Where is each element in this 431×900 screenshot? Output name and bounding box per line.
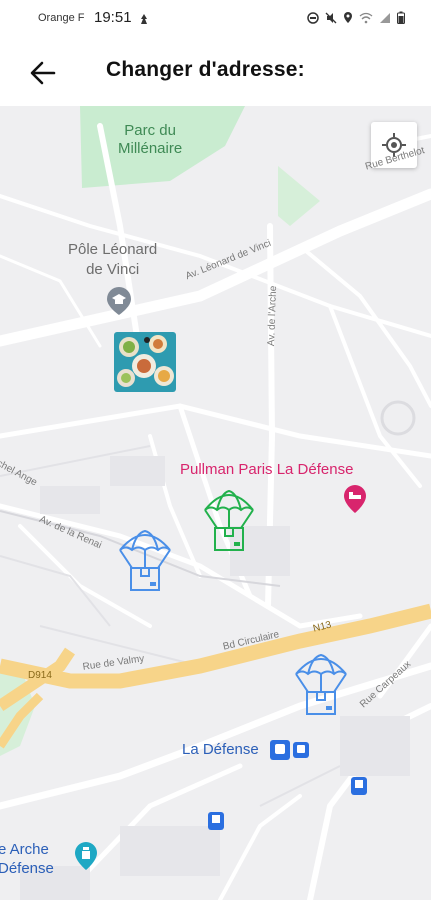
wifi-icon	[359, 12, 373, 23]
hotel-pin-icon[interactable]	[343, 484, 367, 514]
bus-icon-2[interactable]	[208, 812, 224, 830]
restaurant-thumbnail[interactable]	[114, 332, 176, 392]
street-arche: Av. de l'Arche	[266, 285, 280, 347]
parachute-marker-selected[interactable]	[201, 488, 257, 552]
arche-label: e Arche Défense	[0, 841, 54, 877]
dnd-icon	[307, 11, 319, 24]
parachute-marker-1[interactable]	[116, 528, 174, 592]
poi-leonard-label: Pôle Léonard de Vinci	[68, 241, 158, 278]
transit-icon[interactable]	[270, 740, 312, 762]
station-label: La Défense	[182, 741, 259, 758]
status-icons	[307, 11, 405, 24]
park-area-small	[278, 166, 320, 226]
location-icon	[344, 12, 352, 23]
signal-icon	[380, 12, 390, 23]
park-label: Parc du Millénaire	[118, 122, 183, 157]
mute-icon	[325, 12, 337, 23]
school-pin-icon	[107, 287, 131, 315]
app-header: Changer d'adresse:	[0, 40, 431, 106]
back-button[interactable]	[26, 56, 62, 90]
arrow-left-icon	[30, 61, 56, 85]
status-bar: Orange F 19:51	[0, 0, 431, 40]
notification-icon	[141, 14, 147, 24]
map-view[interactable]: Parc du Millénaire Pôle Léonard de Vinci…	[0, 106, 431, 900]
carrier-name: Orange F	[38, 12, 85, 24]
battery-icon	[397, 11, 405, 24]
street-d914: D914	[28, 670, 52, 681]
clock: 19:51	[94, 9, 132, 26]
bus-icon[interactable]	[351, 777, 367, 795]
parachute-marker-2[interactable]	[292, 652, 350, 716]
hotel-label: Pullman Paris La Défense	[180, 461, 354, 478]
page-title: Changer d'adresse:	[106, 58, 305, 81]
monument-pin-icon[interactable]	[74, 841, 98, 871]
